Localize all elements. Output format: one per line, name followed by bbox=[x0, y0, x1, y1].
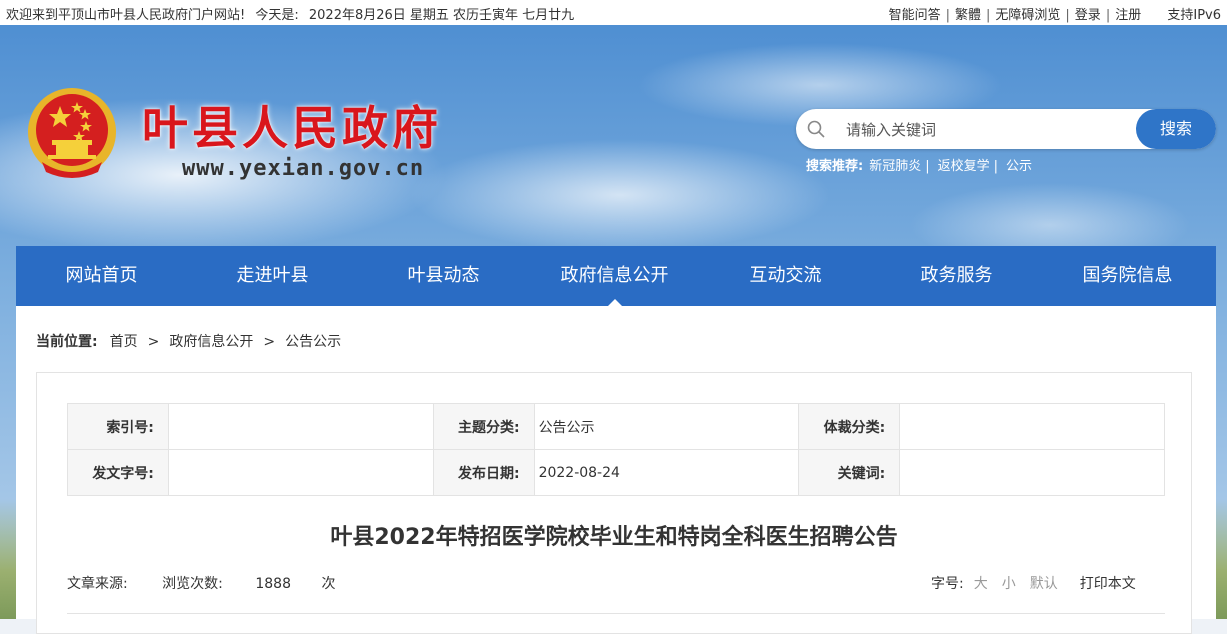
breadcrumb-separator: > bbox=[263, 334, 276, 350]
publish-date-label: 发布日期: bbox=[432, 449, 535, 496]
search-recommendations: 搜索推荐: 新冠肺炎 | 返校复学 | 公示 bbox=[806, 155, 1034, 174]
doc-no-value bbox=[167, 449, 434, 496]
views-unit: 次 bbox=[321, 576, 336, 592]
topic-value: 公告公示 bbox=[533, 403, 800, 450]
search-bar: 搜索 bbox=[796, 109, 1216, 149]
nav-item-home[interactable]: 网站首页 bbox=[16, 246, 187, 306]
login-link[interactable]: 登录 bbox=[1075, 8, 1101, 23]
separator: | bbox=[945, 8, 950, 23]
doc-no-label: 发文字号: bbox=[67, 449, 169, 496]
topic-label: 主题分类: bbox=[432, 403, 535, 450]
main-nav: 网站首页 走进叶县 叶县动态 政府信息公开 互动交流 政务服务 国务院信息 bbox=[16, 246, 1216, 306]
nav-item-news[interactable]: 叶县动态 bbox=[358, 246, 529, 306]
nav-item-services[interactable]: 政务服务 bbox=[871, 246, 1042, 306]
index-no-value bbox=[167, 403, 434, 450]
article-info: 文章来源: 浏览次数: 1888 次 bbox=[67, 573, 365, 593]
keywords-value bbox=[899, 449, 1165, 496]
top-bar: 欢迎来到平顶山市叶县人民政府门户网站! 今天是: 2022年8月26日 星期五 … bbox=[0, 0, 1227, 25]
font-size-label: 字号: bbox=[931, 576, 964, 592]
breadcrumb: 当前位置: 首页 > 政府信息公开 > 公告公示 bbox=[36, 331, 341, 351]
font-size-controls: 字号: 大小默认 打印本文 bbox=[931, 573, 1191, 593]
separator: | bbox=[993, 159, 999, 174]
nav-item-gov-info[interactable]: 政府信息公开 bbox=[529, 246, 700, 306]
font-large-button[interactable]: 大 bbox=[974, 576, 988, 592]
nav-item-about[interactable]: 走进叶县 bbox=[187, 246, 358, 306]
search-button[interactable]: 搜索 bbox=[1136, 109, 1216, 149]
breadcrumb-label: 当前位置: bbox=[36, 334, 98, 350]
site-url: www.yexian.gov.cn bbox=[182, 156, 425, 181]
current-date: 2022年8月26日 星期五 农历壬寅年 七月廿九 bbox=[308, 8, 575, 23]
welcome-message: 欢迎来到平顶山市叶县人民政府门户网站! bbox=[6, 8, 246, 23]
breadcrumb-notices[interactable]: 公告公示 bbox=[285, 334, 341, 350]
publish-date-value: 2022-08-24 bbox=[533, 449, 800, 496]
search-icon bbox=[807, 120, 825, 138]
breadcrumb-separator: > bbox=[147, 334, 160, 350]
breadcrumb-gov-info[interactable]: 政府信息公开 bbox=[169, 334, 253, 350]
separator: | bbox=[1105, 8, 1111, 23]
today-label: 今天是: bbox=[255, 8, 299, 23]
hot-label: 搜索推荐: bbox=[806, 159, 864, 174]
register-link[interactable]: 注册 bbox=[1115, 8, 1141, 23]
separator: | bbox=[925, 159, 930, 174]
top-links: 智能问答 | 繁體 | 无障碍浏览 | 登录 | 注册 支持IPv6 bbox=[889, 4, 1221, 23]
print-button[interactable]: 打印本文 bbox=[1080, 576, 1136, 592]
main-content: 当前位置: 首页 > 政府信息公开 > 公告公示 索引号: 主题分类: 公告公示 体裁分类… bbox=[16, 306, 1216, 634]
metadata-table: 索引号: 主题分类: 公告公示 体裁分类: 发文字号: 发布日期: 2022-0… bbox=[67, 403, 1165, 496]
genre-label: 体裁分类: bbox=[798, 403, 901, 450]
national-emblem-icon bbox=[28, 88, 116, 178]
font-default-button[interactable]: 默认 bbox=[1030, 576, 1058, 592]
article-panel: 索引号: 主题分类: 公告公示 体裁分类: 发文字号: 发布日期: 2022-0… bbox=[36, 372, 1192, 634]
index-no-label: 索引号: bbox=[67, 403, 169, 450]
breadcrumb-home[interactable]: 首页 bbox=[110, 334, 138, 350]
search-input[interactable] bbox=[844, 117, 1128, 143]
traditional-chinese-link[interactable]: 繁體 bbox=[955, 8, 981, 23]
accessibility-link[interactable]: 无障碍浏览 bbox=[995, 8, 1060, 23]
hot-item-school[interactable]: 返校复学 bbox=[938, 159, 990, 174]
views-count: 1888 bbox=[255, 576, 291, 592]
welcome-text: 欢迎来到平顶山市叶县人民政府门户网站! 今天是: 2022年8月26日 星期五 … bbox=[6, 4, 580, 23]
table-row: 索引号: 主题分类: 公告公示 体裁分类: bbox=[67, 403, 1165, 450]
views-label: 浏览次数: bbox=[162, 576, 223, 592]
keywords-label: 关键词: bbox=[798, 449, 901, 496]
genre-value bbox=[899, 403, 1165, 450]
site-title: 叶县人民政府 bbox=[142, 101, 442, 155]
separator: | bbox=[1065, 8, 1070, 23]
hot-item-notice[interactable]: 公示 bbox=[1006, 159, 1032, 174]
separator: | bbox=[986, 8, 991, 23]
table-row: 发文字号: 发布日期: 2022-08-24 关键词: bbox=[67, 449, 1165, 496]
hot-item-covid[interactable]: 新冠肺炎 bbox=[869, 159, 921, 174]
divider bbox=[67, 613, 1165, 614]
ipv6-badge: 支持IPv6 bbox=[1167, 8, 1221, 23]
nav-item-interaction[interactable]: 互动交流 bbox=[700, 246, 871, 306]
source-label: 文章来源: bbox=[67, 576, 128, 592]
font-small-button[interactable]: 小 bbox=[1002, 576, 1016, 592]
nav-item-state-council[interactable]: 国务院信息 bbox=[1042, 246, 1213, 306]
smart-qa-link[interactable]: 智能问答 bbox=[889, 8, 941, 23]
article-title: 叶县2022年特招医学院校毕业生和特岗全科医生招聘公告 bbox=[330, 525, 898, 550]
